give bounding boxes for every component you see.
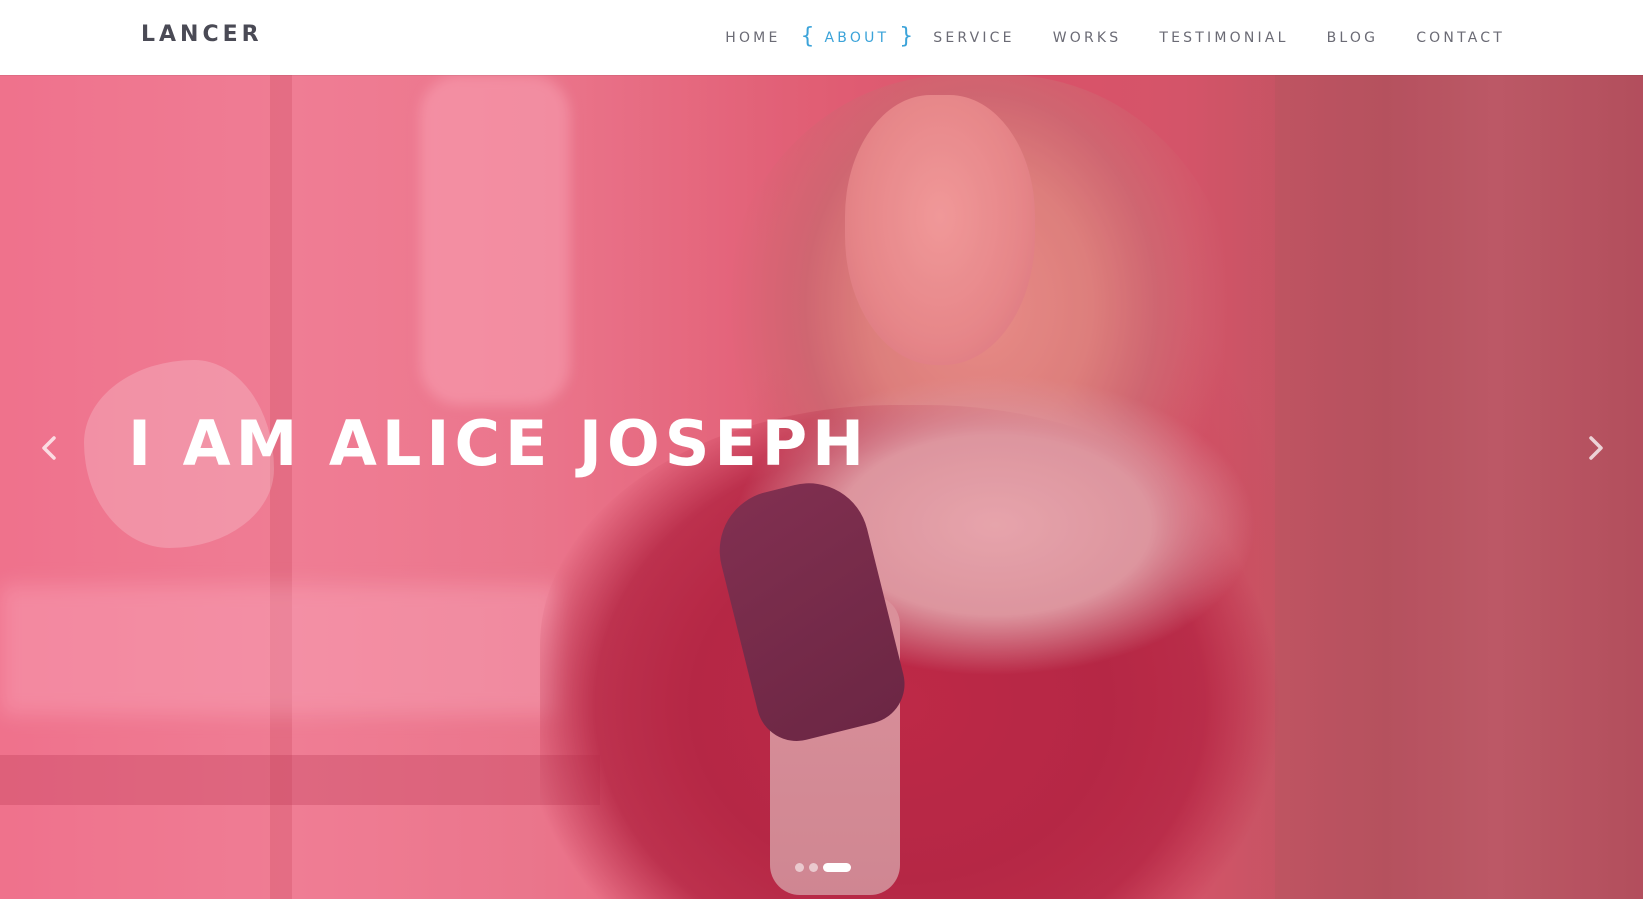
nav-item-label: ABOUT (824, 29, 890, 46)
nav-item-label: CONTACT (1416, 29, 1505, 46)
brand-logo[interactable]: LANCER (141, 22, 263, 47)
nav-item-contact[interactable]: CONTACT (1416, 30, 1505, 46)
slider-next-button[interactable] (1581, 428, 1611, 468)
chevron-left-icon (42, 436, 56, 460)
hero-title: I AM ALICE JOSEPH (128, 407, 870, 480)
main-nav: HOME { ABOUT } SERVICE WORKS TESTIMONIAL… (725, 0, 1505, 75)
nav-item-label: HOME (725, 29, 781, 46)
nav-item-works[interactable]: WORKS (1053, 30, 1122, 46)
nav-item-blog[interactable]: BLOG (1327, 30, 1379, 46)
nav-item-label: WORKS (1052, 29, 1122, 46)
slider-dot-2[interactable] (809, 863, 818, 872)
navbar: LANCER HOME { ABOUT } SERVICE WORKS TEST… (0, 0, 1643, 75)
nav-item-about[interactable]: { ABOUT } (801, 24, 914, 50)
slider-dot-3[interactable] (823, 863, 851, 872)
hero-slider: I AM ALICE JOSEPH (0, 75, 1643, 899)
brace-right-icon: } (899, 24, 914, 49)
nav-item-label: BLOG (1326, 29, 1379, 46)
slider-prev-button[interactable] (34, 428, 64, 468)
chevron-right-icon (1589, 436, 1603, 460)
slider-pagination (795, 863, 856, 872)
nav-item-label: SERVICE (933, 29, 1015, 46)
nav-item-testimonial[interactable]: TESTIMONIAL (1159, 30, 1288, 46)
slider-dot-1[interactable] (795, 863, 804, 872)
nav-item-service[interactable]: SERVICE (933, 30, 1014, 46)
nav-item-home[interactable]: HOME (725, 30, 780, 46)
brace-left-icon: { (800, 24, 815, 49)
nav-item-label: TESTIMONIAL (1159, 29, 1289, 46)
